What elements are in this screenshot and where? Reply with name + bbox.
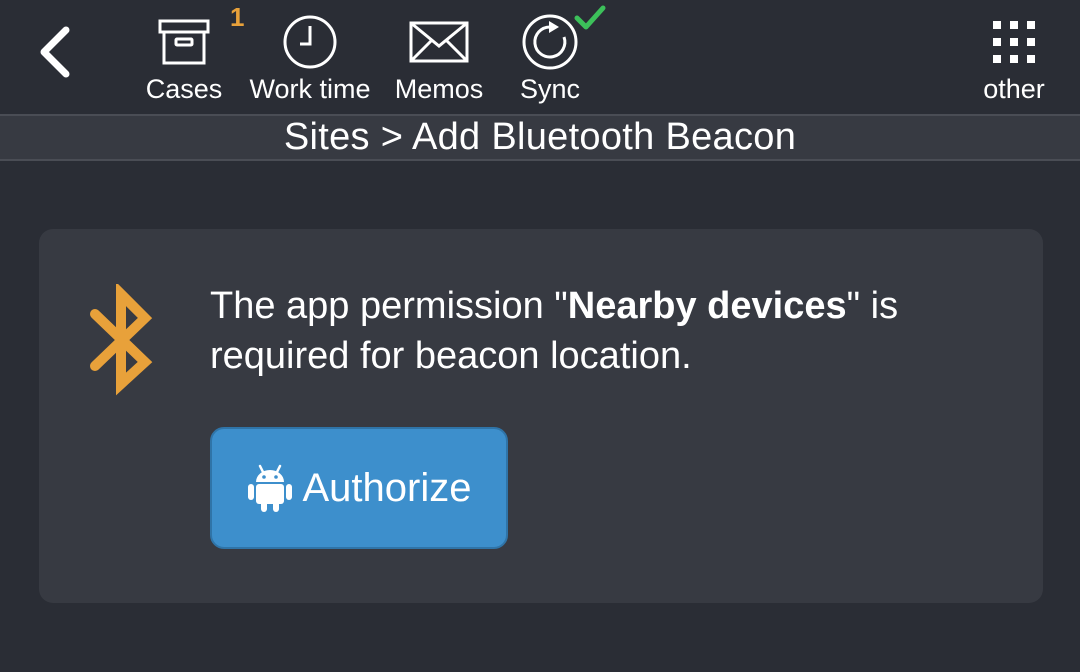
breadcrumb-text: Sites > Add Bluetooth Beacon: [283, 116, 797, 158]
authorize-button[interactable]: Authorize: [210, 427, 508, 549]
sync-button[interactable]: Sync: [510, 5, 606, 110]
check-icon: [574, 5, 606, 30]
permission-message: The app permission "Nearby devices" is r…: [210, 281, 1010, 381]
breadcrumb: Sites > Add Bluetooth Beacon: [0, 114, 1080, 161]
chevron-left-icon: [40, 26, 70, 78]
other-button[interactable]: other: [976, 10, 1052, 110]
envelope-icon: [409, 21, 469, 63]
authorize-label: Authorize: [302, 465, 472, 510]
message-before: The app permission ": [210, 285, 568, 327]
other-label: other: [983, 74, 1045, 104]
top-toolbar: 1 Cases Work time Memos Sync other: [0, 0, 1080, 114]
android-icon: [247, 464, 292, 512]
work-time-label: Work time: [249, 74, 371, 104]
archive-box-icon: [158, 19, 210, 65]
cases-button[interactable]: 1 Cases: [142, 2, 245, 110]
bluetooth-icon: [90, 284, 153, 396]
grid-dots-icon: [993, 21, 1035, 63]
clock-icon: [283, 15, 337, 69]
cases-label: Cases: [145, 74, 223, 104]
back-button[interactable]: [28, 22, 80, 82]
cases-badge: 1: [230, 2, 245, 32]
work-time-button[interactable]: Work time: [244, 10, 376, 110]
sync-icon: [522, 14, 578, 70]
memos-label: Memos: [394, 74, 484, 104]
permission-card: The app permission "Nearby devices" is r…: [39, 229, 1043, 603]
permission-name: Nearby devices: [567, 285, 847, 327]
sync-label: Sync: [519, 74, 581, 104]
memos-button[interactable]: Memos: [389, 10, 489, 110]
